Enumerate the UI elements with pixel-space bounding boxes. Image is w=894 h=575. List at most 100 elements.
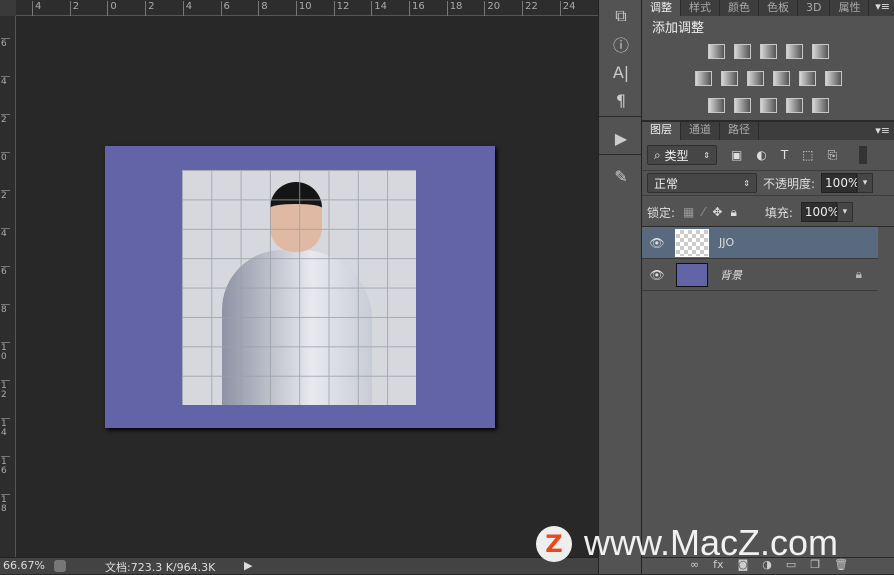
tab-2[interactable]: 颜色 xyxy=(720,0,759,16)
adjustment-icon[interactable] xyxy=(759,44,777,59)
opacity-label: 不透明度: xyxy=(763,176,816,191)
tab-5[interactable]: 属性 xyxy=(830,0,870,16)
adjustment-icon[interactable] xyxy=(759,98,777,113)
history-icon[interactable]: ⧉ xyxy=(599,2,643,30)
ruler-tick-label: 10 xyxy=(295,1,312,16)
filter-type-icon[interactable]: T xyxy=(781,148,788,162)
paragraph-icon[interactable]: ¶ xyxy=(599,86,643,114)
watermark-logo: Z xyxy=(536,526,572,562)
panel-menu-icon[interactable]: ▾≡ xyxy=(875,122,894,140)
brush-presets-icon[interactable]: ✎ xyxy=(599,162,643,190)
document-canvas[interactable] xyxy=(105,146,495,428)
adjustment-icon[interactable] xyxy=(707,44,725,59)
info-icon[interactable]: ⓘ xyxy=(599,30,643,58)
filter-type-select[interactable]: ⌕ 类型 ⇕ xyxy=(647,145,717,165)
puzzle-photo xyxy=(182,170,416,405)
horizontal-ruler[interactable]: 4 2 0 2 4 6 8 10 12 14 16 18 20 22 24 xyxy=(16,0,598,16)
tab-2[interactable]: 路径 xyxy=(720,122,759,140)
ruler-tick-label: 0 xyxy=(107,1,117,16)
ruler-tick-label: 8 xyxy=(1,304,10,315)
watermark: www.MacZ.com xyxy=(584,522,839,563)
adjustment-icon[interactable] xyxy=(824,71,842,86)
filter-adjustment-icon[interactable]: ◐ xyxy=(756,148,766,162)
tab-4[interactable]: 3D xyxy=(798,0,831,16)
puzzle-grid xyxy=(182,170,416,405)
blend-mode-select[interactable]: 正常 ⇕ xyxy=(647,173,757,193)
adjustment-icon[interactable] xyxy=(720,71,738,86)
ruler-tick-label: 6 xyxy=(1,38,10,49)
ruler-tick-label: 2 xyxy=(69,1,79,16)
filter-pixel-icon[interactable]: ▣ xyxy=(731,148,742,162)
ruler-tick-label: 24 xyxy=(559,1,576,16)
adjustment-icon[interactable] xyxy=(811,98,829,113)
fill-dropdown[interactable]: ▾ xyxy=(836,202,853,222)
adjustment-icon[interactable] xyxy=(772,71,790,86)
ruler-tick-label: 4 xyxy=(1,228,10,239)
tab-0[interactable]: 调整 xyxy=(642,0,681,16)
ruler-tick-label: 2 xyxy=(1,114,10,125)
panel-menu-icon[interactable]: ▾≡ xyxy=(875,0,894,16)
adjustments-panel: 调整 样式 颜色 色板 3D 属性 ▾≡ 添加调整 xyxy=(642,0,894,122)
character-icon[interactable]: A| xyxy=(599,58,643,86)
layer-thumbnail xyxy=(675,228,709,257)
ruler-tick-label: 4 xyxy=(182,1,192,16)
adjustment-icon[interactable] xyxy=(733,44,751,59)
share-icon[interactable] xyxy=(54,560,66,572)
ruler-tick-label: 12 xyxy=(333,1,349,16)
fill-input[interactable]: 100% xyxy=(800,202,839,222)
status-bar: 66.67% 文档:723.3 K/964.3K ▶ xyxy=(0,557,598,574)
status-menu-arrow-icon[interactable]: ▶ xyxy=(244,559,252,572)
lock-transparency-icon[interactable]: ▦ xyxy=(683,205,694,219)
ruler-tick-label: 6 xyxy=(1,266,10,277)
ruler-tick-label: 4 xyxy=(32,1,41,16)
ruler-tick-label: 2 xyxy=(145,1,154,16)
layer-thumbnail xyxy=(676,262,708,287)
ruler-tick-label: 18 xyxy=(1,494,10,514)
panel-dock: ⧉ ⓘ A| ¶ ▶ ✎ xyxy=(598,0,642,574)
layer-name[interactable]: 背景 xyxy=(720,267,742,283)
ruler-tick-label: 0 xyxy=(1,152,10,163)
ruler-tick-label: 14 xyxy=(371,1,387,16)
adjustment-icon[interactable] xyxy=(707,98,725,113)
eye-icon[interactable]: 👁︎ xyxy=(642,236,672,250)
adjustment-icon[interactable] xyxy=(785,44,803,59)
ruler-tick-label: 12 xyxy=(1,380,10,400)
vertical-ruler[interactable]: 6 4 2 0 2 4 6 8 10 12 14 16 18 xyxy=(0,16,16,557)
tab-3[interactable]: 色板 xyxy=(759,0,798,16)
ruler-tick-label: 10 xyxy=(1,342,10,362)
eye-icon[interactable]: 👁︎ xyxy=(642,268,672,282)
ruler-tick-label: 6 xyxy=(220,1,230,16)
lock-paint-icon[interactable]: ⁄ xyxy=(702,205,704,219)
lock-label: 锁定: xyxy=(647,205,676,220)
ruler-tick-label: 16 xyxy=(1,456,10,476)
opacity-dropdown[interactable]: ▾ xyxy=(857,173,874,193)
adjustment-icon[interactable] xyxy=(694,71,712,86)
lock-all-icon[interactable]: 🔒︎ xyxy=(730,205,736,220)
play-icon[interactable]: ▶ xyxy=(599,124,643,152)
ruler-tick-label: 22 xyxy=(522,1,538,16)
filter-shape-icon[interactable]: ⬚ xyxy=(802,148,813,162)
layer-name[interactable]: JJO xyxy=(719,236,734,249)
panel-title: 添加调整 xyxy=(652,21,705,36)
zoom-level[interactable]: 66.67% xyxy=(3,559,45,572)
adjustment-icon[interactable] xyxy=(798,71,816,86)
tab-1[interactable]: 通道 xyxy=(681,122,720,140)
layers-panel: 图层 通道 路径 ▾≡ ⌕ 类型 ⇕ ▣ ◐ T ⬚ ⎘ 正常 ⇕ 不透明度: 100% ▾… xyxy=(642,122,894,291)
adjustment-icon[interactable] xyxy=(785,98,803,113)
filter-smart-object-icon[interactable]: ⎘ xyxy=(828,148,838,163)
adjustment-icon[interactable] xyxy=(746,71,764,86)
right-panels: 调整 样式 颜色 色板 3D 属性 ▾≡ 添加调整 图层 通道 路径 ▾≡ ⌕ 类型 ⇕ ▣ ◐ T… xyxy=(642,0,894,574)
lock-position-icon[interactable]: ✥ xyxy=(712,205,722,219)
opacity-input[interactable]: 100% xyxy=(821,173,859,193)
filter-toggle[interactable] xyxy=(859,146,868,164)
tab-1[interactable]: 样式 xyxy=(681,0,720,16)
layer-row-background[interactable]: 👁︎ 背景 🔒︎ xyxy=(642,259,878,291)
adjustment-icon[interactable] xyxy=(733,98,751,113)
ruler-tick-label: 14 xyxy=(1,418,10,438)
ruler-corner xyxy=(0,0,16,16)
fill-label: 填充: xyxy=(764,205,793,220)
adjustment-icon[interactable] xyxy=(811,44,829,59)
ruler-tick-label: 4 xyxy=(1,76,10,87)
tab-0[interactable]: 图层 xyxy=(642,122,681,140)
layer-row-jjo[interactable]: 👁︎ JJO xyxy=(642,227,878,259)
